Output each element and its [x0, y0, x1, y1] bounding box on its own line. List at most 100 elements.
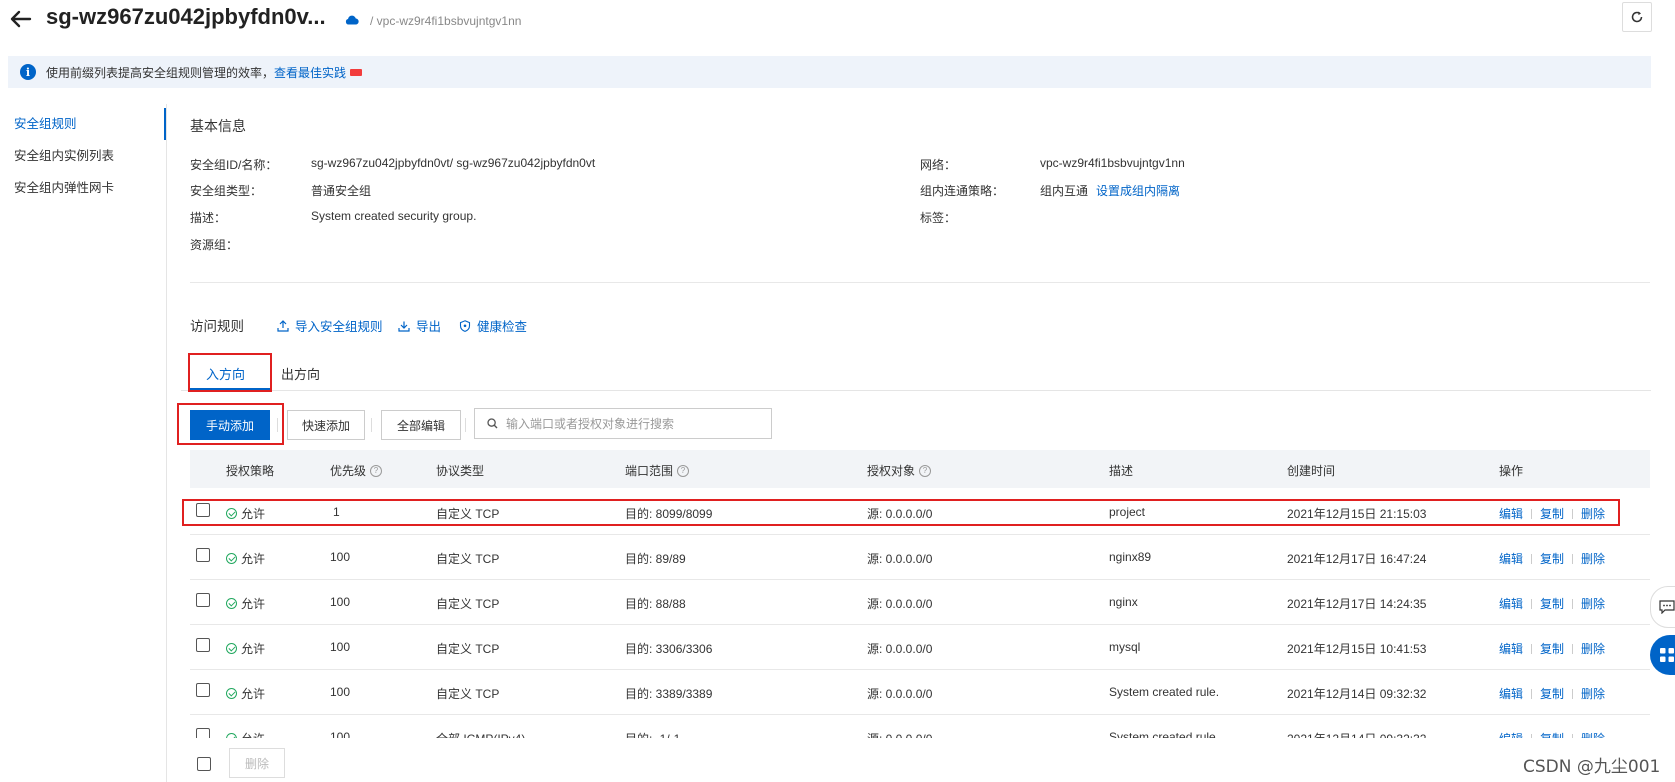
desc-cell: System created rule.	[1109, 730, 1220, 738]
policy-cell: 允许	[226, 595, 265, 612]
health-check-button[interactable]: 健康检查	[459, 316, 527, 335]
sidebar-item-rules[interactable]: 安全组规则	[0, 108, 166, 140]
breadcrumb[interactable]: / vpc-wz9r4fi1bsbvujntgv1nn	[370, 14, 521, 28]
search-input[interactable]: 输入端口或者授权对象进行搜索	[474, 408, 772, 439]
shield-icon	[459, 319, 471, 332]
protocol-cell: 自定义 TCP	[436, 687, 500, 701]
port-cell: 目的: 3389/3389	[625, 687, 713, 701]
network-value: vpc-wz9r4fi1bsbvujntgv1nn	[1040, 156, 1185, 170]
policy-cell: 允许	[226, 685, 265, 702]
policy-cell: 允许	[226, 640, 265, 657]
refresh-icon	[1631, 11, 1643, 23]
best-practice-link[interactable]: 查看最佳实践	[274, 64, 346, 81]
delete-link[interactable]: 删除	[1581, 640, 1605, 657]
batch-delete-button[interactable]: 删除	[229, 748, 285, 778]
sg-type-label: 安全组类型：	[190, 184, 263, 198]
edit-all-button[interactable]: 全部编辑	[381, 410, 461, 440]
export-button[interactable]: 导出	[398, 316, 441, 335]
highlight-box	[182, 499, 1620, 526]
edit-link[interactable]: 编辑	[1499, 595, 1523, 612]
search-icon	[487, 418, 498, 429]
copy-link[interactable]: 复制	[1540, 640, 1564, 657]
resource-group-label: 资源组：	[190, 238, 239, 252]
row-checkbox[interactable]	[196, 638, 210, 652]
col-actions: 操作	[1499, 464, 1524, 478]
priority-cell: 100	[330, 685, 351, 699]
edit-link[interactable]: 编辑	[1499, 730, 1523, 738]
row-actions: 编辑 复制 删除	[1499, 550, 1605, 567]
desc-cell: nginx89	[1109, 550, 1152, 564]
help-icon[interactable]: ?	[370, 464, 383, 477]
desc-label: 描述：	[190, 211, 227, 225]
delete-link[interactable]: 删除	[1581, 595, 1605, 612]
policy-value: 组内互通	[1040, 184, 1089, 198]
refresh-button[interactable]	[1622, 2, 1652, 32]
access-rules-title: 访问规则	[190, 319, 244, 334]
source-cell: 源: 0.0.0.0/0	[867, 730, 932, 738]
separator	[465, 418, 466, 432]
row-actions: 编辑 复制 删除	[1499, 685, 1605, 702]
priority-cell: 100	[330, 640, 351, 654]
help-icon[interactable]: ?	[919, 464, 932, 477]
set-isolation-link[interactable]: 设置成组内隔离	[1096, 182, 1180, 199]
port-cell: 目的: 88/88	[625, 597, 686, 611]
info-icon: i	[20, 64, 36, 80]
separator	[277, 418, 278, 432]
copy-link[interactable]: 复制	[1540, 550, 1564, 567]
time-cell: 2021年12月14日 09:32:32	[1287, 687, 1427, 701]
allow-icon	[226, 733, 237, 738]
port-cell: 目的: 89/89	[625, 552, 686, 566]
edit-link[interactable]: 编辑	[1499, 685, 1523, 702]
network-label: 网络：	[920, 158, 957, 172]
tab-inbound[interactable]: 入方向	[206, 364, 245, 383]
copy-link[interactable]: 复制	[1540, 685, 1564, 702]
tab-outbound[interactable]: 出方向	[281, 364, 320, 383]
row-checkbox[interactable]	[196, 683, 210, 697]
manual-add-button[interactable]: 手动添加	[190, 410, 270, 440]
copy-link[interactable]: 复制	[1540, 595, 1564, 612]
port-cell: 目的: 3306/3306	[625, 642, 713, 656]
time-cell: 2021年12月17日 14:24:35	[1287, 597, 1427, 611]
table-row: 允许 100 自定义 TCP 目的: 3306/3306 源: 0.0.0.0/…	[190, 625, 1650, 670]
table-row: 允许 100 自定义 TCP 目的: 88/88 源: 0.0.0.0/0 ng…	[190, 580, 1650, 625]
select-all-checkbox[interactable]	[197, 757, 211, 771]
priority-cell: 100	[330, 550, 351, 564]
row-checkbox[interactable]	[196, 593, 210, 607]
help-icon[interactable]: ?	[677, 464, 690, 477]
copy-link[interactable]: 复制	[1540, 730, 1564, 738]
row-checkbox[interactable]	[196, 728, 210, 738]
source-cell: 源: 0.0.0.0/0	[867, 687, 933, 701]
sidebar-item-instances[interactable]: 安全组内实例列表	[0, 140, 166, 172]
back-arrow-icon[interactable]	[8, 6, 34, 32]
policy-cell: 允许	[226, 550, 265, 567]
banner-text: 使用前缀列表提高安全组规则管理的效率，	[46, 65, 275, 80]
upload-icon	[277, 319, 289, 332]
delete-link[interactable]: 删除	[1581, 730, 1605, 738]
delete-link[interactable]: 删除	[1581, 550, 1605, 567]
row-actions: 编辑 复制 删除	[1499, 640, 1605, 657]
col-time: 创建时间	[1287, 464, 1336, 478]
table-row: 允许 100 自定义 TCP 目的: 89/89 源: 0.0.0.0/0 ng…	[190, 535, 1650, 580]
priority-cell: 100	[330, 730, 351, 738]
new-badge-icon	[350, 68, 363, 76]
edit-link[interactable]: 编辑	[1499, 550, 1523, 567]
tab-active-indicator	[190, 388, 270, 390]
table-body: 允许 1 自定义 TCP 目的: 8099/8099 源: 0.0.0.0/0 …	[0, 490, 1675, 738]
cloud-icon	[345, 14, 359, 28]
protocol-cell: 全部 ICMP(IPv4)	[436, 730, 525, 738]
edit-link[interactable]: 编辑	[1499, 640, 1523, 657]
sidebar-item-eni[interactable]: 安全组内弹性网卡	[0, 172, 166, 204]
quick-add-button[interactable]: 快速添加	[287, 410, 365, 440]
allow-icon	[226, 688, 237, 699]
import-rules-button[interactable]: 导入安全组规则	[277, 316, 383, 335]
desc-value: System created security group.	[311, 209, 477, 223]
col-port: 端口范围?	[625, 462, 690, 479]
allow-icon	[226, 598, 237, 609]
desc-cell: mysql	[1109, 640, 1141, 654]
sg-id-value: sg-wz967zu042jpbyfdn0vt/ sg-wz967zu042jp…	[311, 156, 596, 170]
feedback-button[interactable]	[1650, 586, 1675, 628]
tabs-divider	[181, 390, 1651, 391]
row-checkbox[interactable]	[196, 548, 210, 562]
delete-link[interactable]: 删除	[1581, 685, 1605, 702]
basic-info-title: 基本信息	[190, 118, 246, 134]
